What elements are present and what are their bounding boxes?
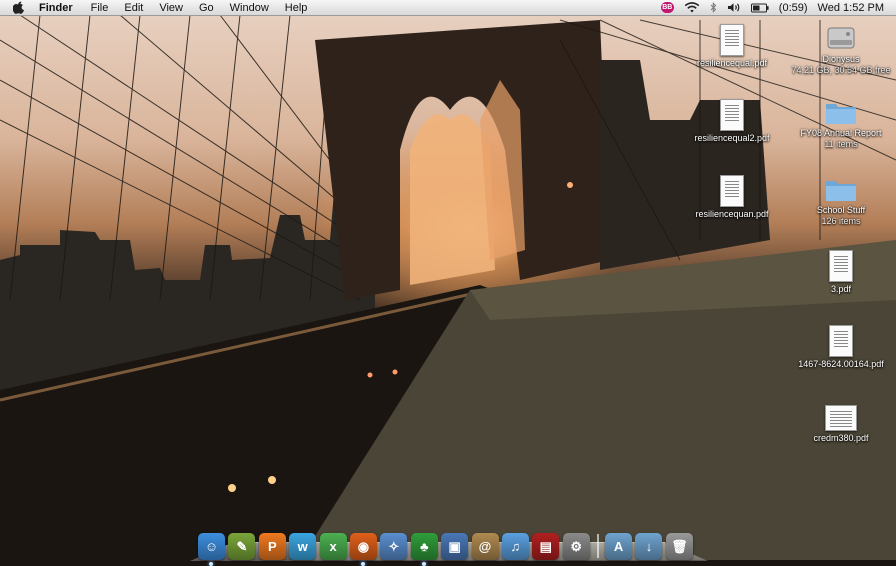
menu-edit[interactable]: Edit	[124, 2, 143, 14]
file-label: resiliencequal.pdf	[696, 58, 768, 68]
folder-icon	[826, 181, 856, 201]
file-label: 1467-8624.00164.pdf	[798, 359, 884, 369]
itunes-icon[interactable]: ♫	[501, 533, 529, 560]
file-label: credm380.pdf	[813, 433, 869, 443]
safari-icon[interactable]: ✧	[380, 533, 408, 560]
folder-icon	[826, 104, 856, 124]
preview-icon[interactable]: ▣	[441, 533, 469, 560]
system-preferences-icon[interactable]: ⚙	[562, 533, 590, 560]
bb-badge-icon[interactable]: BB	[660, 2, 674, 13]
file-label: resiliencequal2.pdf	[694, 133, 770, 143]
running-indicator	[360, 562, 365, 566]
p-app-icon[interactable]: P	[258, 533, 286, 560]
pdf-document-icon	[720, 99, 744, 131]
desktop-folder-school-stuff[interactable]: School Stuff 126 items	[791, 177, 891, 227]
bluetooth-icon[interactable]	[710, 2, 717, 13]
menu-bar: Finder File Edit View Go Window Help BB	[0, 0, 896, 16]
address-book-icon[interactable]: @	[471, 533, 499, 560]
firefox-icon[interactable]: ◉	[349, 533, 377, 566]
desktop-wallpaper	[0, 0, 896, 560]
menu-window[interactable]: Window	[230, 2, 269, 14]
desktop-file-3[interactable]: 3.pdf	[791, 250, 891, 295]
desktop-file-credm380[interactable]: credm380.pdf	[791, 405, 891, 444]
hard-drive-icon	[827, 27, 855, 49]
pencil-app-icon[interactable]: ✎	[228, 533, 256, 560]
folder-item-count: 11 items	[824, 139, 858, 149]
photo-app-icon[interactable]: ▤	[532, 533, 560, 560]
file-label: resiliencequan.pdf	[695, 209, 769, 219]
folder-label: FY08 Annual Report	[800, 128, 882, 138]
trash-icon[interactable]: 🗑	[665, 533, 693, 560]
battery-icon[interactable]	[750, 3, 769, 13]
pdf-document-icon	[720, 24, 744, 56]
wifi-icon[interactable]	[684, 2, 700, 13]
dock-separator	[597, 534, 600, 558]
applications-stack-icon[interactable]: A	[605, 533, 633, 560]
desktop-file-resiliencequal[interactable]: resiliencequal.pdf	[682, 24, 782, 69]
menu-file[interactable]: File	[91, 2, 109, 14]
file-label: 3.pdf	[830, 284, 852, 294]
folder-item-count: 126 items	[821, 216, 861, 226]
menu-clock[interactable]: Wed 1:52 PM	[818, 2, 884, 14]
running-indicator	[209, 562, 213, 566]
w-app-icon[interactable]: w	[289, 533, 317, 560]
folder-label: School Stuff	[816, 205, 866, 215]
pdf-document-icon	[829, 250, 853, 282]
downloads-stack-icon[interactable]: ↓	[635, 533, 663, 560]
adium-icon[interactable]: ♣	[410, 533, 438, 566]
pdf-document-icon	[720, 175, 744, 207]
desktop-file-resiliencequan[interactable]: resiliencequan.pdf	[682, 175, 782, 220]
battery-time[interactable]: (0:59)	[779, 2, 808, 14]
drive-capacity: 74.21 GB, 30.54 GB free	[791, 65, 891, 75]
running-indicator	[421, 562, 426, 566]
finder-icon[interactable]: ☺	[198, 533, 225, 566]
desktop-file-resiliencequal2[interactable]: resiliencequal2.pdf	[682, 99, 782, 144]
pdf-document-icon	[829, 325, 853, 357]
dock: ☺ ✎ Pw x ◉ ✧ ♣ ▣ @ ♫ ▤ ⚙ A ↓ 🗑	[198, 518, 698, 566]
volume-icon[interactable]	[727, 2, 741, 13]
x-app-icon[interactable]: x	[319, 533, 347, 560]
apple-menu-icon[interactable]	[13, 1, 27, 14]
menu-view[interactable]: View	[159, 2, 183, 14]
menu-go[interactable]: Go	[199, 2, 214, 14]
status-area: BB (0:59) Wed 1:52 PM	[660, 0, 896, 15]
menu-finder[interactable]: Finder	[39, 2, 73, 14]
desktop-drive-dionysus[interactable]: Dionysus 74.21 GB, 30.54 GB free	[791, 24, 891, 76]
desktop-folder-fy08[interactable]: FY08 Annual Report 11 items	[791, 100, 891, 150]
bridge-photo	[0, 14, 896, 560]
menu-help[interactable]: Help	[285, 2, 308, 14]
drive-label: Dionysus	[822, 54, 860, 64]
pdf-document-icon	[825, 405, 857, 431]
desktop-file-1467[interactable]: 1467-8624.00164.pdf	[791, 325, 891, 370]
